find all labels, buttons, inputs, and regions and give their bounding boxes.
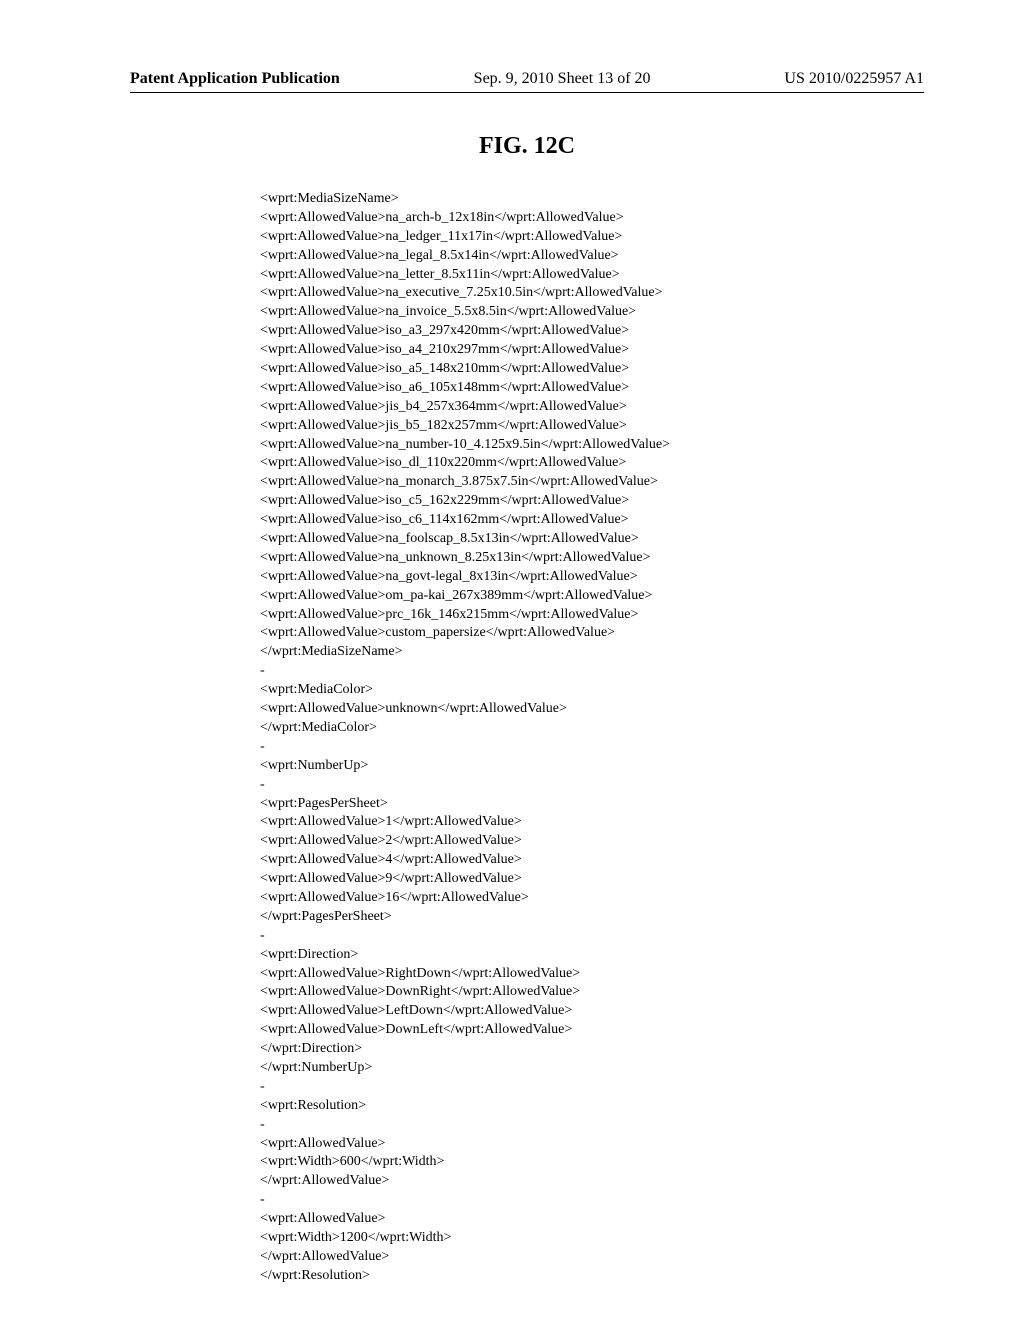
xml-line: <wprt:AllowedValue>4</wprt:AllowedValue> (260, 852, 522, 867)
xml-line: <wprt:AllowedValue>RightDown</wprt:Allow… (260, 966, 580, 981)
xml-line: <wprt:AllowedValue>prc_16k_146x215mm</wp… (260, 607, 638, 622)
xml-line: <wprt:AllowedValue>na_legal_8.5x14in</wp… (260, 248, 619, 263)
xml-line: <wprt:AllowedValue>na_unknown_8.25x13in<… (260, 550, 650, 565)
xml-line: <wprt:AllowedValue> (260, 1136, 385, 1151)
xml-line: <wprt:AllowedValue>na_letter_8.5x11in</w… (260, 267, 620, 282)
xml-line: <wprt:Resolution> (260, 1098, 366, 1113)
xml-line: <wprt:AllowedValue>na_arch-b_12x18in</wp… (260, 210, 624, 225)
xml-line: <wprt:AllowedValue>2</wprt:AllowedValue> (260, 833, 522, 848)
xml-code-block: <wprt:MediaSizeName> <wprt:AllowedValue>… (130, 190, 924, 1286)
xml-line: <wprt:MediaSizeName> (260, 191, 399, 206)
xml-line: <wprt:AllowedValue>DownRight</wprt:Allow… (260, 984, 580, 999)
xml-line: <wprt:MediaColor> (260, 682, 373, 697)
xml-line: <wprt:AllowedValue>iso_a6_105x148mm</wpr… (260, 380, 629, 395)
xml-line: <wprt:AllowedValue>iso_c5_162x229mm</wpr… (260, 493, 629, 508)
xml-line: <wprt:PagesPerSheet> (260, 796, 388, 811)
xml-line: <wprt:AllowedValue>1</wprt:AllowedValue> (260, 814, 522, 829)
xml-line: </wprt:AllowedValue> (260, 1249, 389, 1264)
xml-line: <wprt:AllowedValue>DownLeft</wprt:Allowe… (260, 1022, 572, 1037)
figure-title: FIG. 12C (130, 133, 924, 160)
xml-line: <wprt:Width>600</wprt:Width> (260, 1154, 444, 1169)
xml-line: <wprt:Direction> (260, 947, 358, 962)
xml-line: <wprt:AllowedValue>na_govt-legal_8x13in<… (260, 569, 638, 584)
xml-line: <wprt:NumberUp> (260, 758, 368, 773)
xml-line: - (260, 739, 265, 754)
xml-line: <wprt:AllowedValue>iso_a4_210x297mm</wpr… (260, 342, 629, 357)
xml-line: - (260, 1117, 265, 1132)
xml-line: <wprt:AllowedValue>jis_b5_182x257mm</wpr… (260, 418, 627, 433)
page-container: Patent Application Publication Sep. 9, 2… (0, 0, 1024, 1286)
xml-line: <wprt:AllowedValue>16</wprt:AllowedValue… (260, 890, 529, 905)
xml-line: <wprt:AllowedValue>iso_a3_297x420mm</wpr… (260, 323, 629, 338)
xml-line: - (260, 928, 265, 943)
xml-line: - (260, 663, 265, 678)
xml-line: <wprt:AllowedValue>iso_a5_148x210mm</wpr… (260, 361, 629, 376)
xml-line: <wprt:AllowedValue>LeftDown</wprt:Allowe… (260, 1003, 572, 1018)
xml-line: </wprt:MediaColor> (260, 720, 377, 735)
xml-line: - (260, 1079, 265, 1094)
xml-line: <wprt:AllowedValue>jis_b4_257x364mm</wpr… (260, 399, 627, 414)
header-center: Sep. 9, 2010 Sheet 13 of 20 (474, 70, 651, 88)
xml-line: <wprt:Width>1200</wprt:Width> (260, 1230, 451, 1245)
xml-line: <wprt:AllowedValue>iso_c6_114x162mm</wpr… (260, 512, 629, 527)
xml-line: - (260, 777, 265, 792)
xml-line: <wprt:AllowedValue> (260, 1211, 385, 1226)
header-right: US 2010/0225957 A1 (784, 70, 924, 88)
xml-line: <wprt:AllowedValue>na_ledger_11x17in</wp… (260, 229, 622, 244)
xml-line: <wprt:AllowedValue>na_foolscap_8.5x13in<… (260, 531, 639, 546)
xml-line: </wprt:PagesPerSheet> (260, 909, 392, 924)
xml-line: <wprt:AllowedValue>unknown</wprt:Allowed… (260, 701, 567, 716)
xml-line: </wprt:Resolution> (260, 1268, 370, 1283)
xml-line: <wprt:AllowedValue>om_pa-kai_267x389mm</… (260, 588, 652, 603)
xml-line: </wprt:MediaSizeName> (260, 644, 403, 659)
xml-line: <wprt:AllowedValue>9</wprt:AllowedValue> (260, 871, 522, 886)
page-header: Patent Application Publication Sep. 9, 2… (130, 70, 924, 93)
xml-line: </wprt:AllowedValue> (260, 1173, 389, 1188)
xml-line: - (260, 1192, 265, 1207)
xml-line: </wprt:NumberUp> (260, 1060, 372, 1075)
xml-line: <wprt:AllowedValue>na_number-10_4.125x9.… (260, 437, 670, 452)
xml-line: <wprt:AllowedValue>iso_dl_110x220mm</wpr… (260, 455, 626, 470)
xml-line: <wprt:AllowedValue>na_invoice_5.5x8.5in<… (260, 304, 636, 319)
xml-line: <wprt:AllowedValue>custom_papersize</wpr… (260, 625, 615, 640)
xml-line: </wprt:Direction> (260, 1041, 362, 1056)
xml-line: <wprt:AllowedValue>na_executive_7.25x10.… (260, 285, 663, 300)
xml-line: <wprt:AllowedValue>na_monarch_3.875x7.5i… (260, 474, 658, 489)
header-left: Patent Application Publication (130, 70, 340, 88)
